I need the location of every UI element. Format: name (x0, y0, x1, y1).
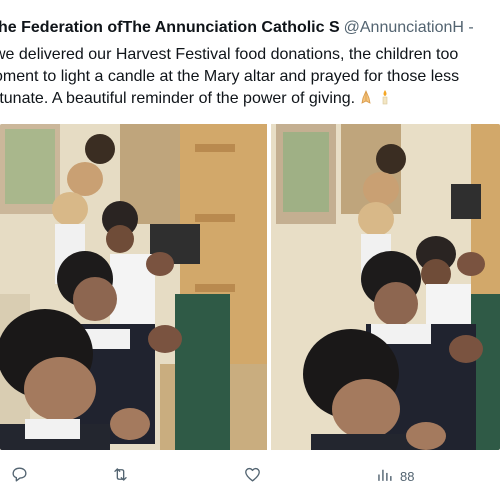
tweet-card[interactable]: he Federation ofThe Annunciation Catholi… (0, 0, 500, 500)
views-count: 88 (400, 468, 415, 484)
tweet-text: we delivered our Harvest Festival food d… (0, 44, 500, 110)
views-button[interactable]: 88 (375, 465, 414, 487)
tweet-text-last: rtunate. A beautiful reminder of the pow… (0, 90, 356, 107)
candle-icon (377, 89, 393, 105)
like-button[interactable] (243, 465, 262, 487)
tweet-text-line: oment to light a candle at the Mary alta… (0, 68, 460, 85)
tweet-media[interactable] (0, 124, 500, 450)
author-name[interactable]: he Federation ofThe Annunciation Catholi… (0, 19, 340, 36)
heart-icon[interactable] (243, 465, 262, 487)
reply-icon[interactable] (10, 465, 29, 487)
author-handle[interactable]: @AnnunciationH - (344, 19, 474, 36)
reply-button[interactable] (10, 465, 29, 487)
tweet-photo[interactable] (0, 124, 267, 450)
retweet-icon[interactable] (111, 465, 130, 487)
tweet-text-line: rtunate. A beautiful reminder of the pow… (0, 88, 500, 110)
retweet-button[interactable] (111, 465, 130, 487)
tweet-text-line: we delivered our Harvest Festival food d… (0, 46, 459, 63)
folded-hands-icon (358, 89, 374, 105)
tweet-actions: 88 (0, 459, 500, 493)
views-icon (375, 465, 394, 487)
tweet-header: he Federation ofThe Annunciation Catholi… (0, 18, 474, 38)
tweet-photo[interactable] (271, 124, 500, 450)
